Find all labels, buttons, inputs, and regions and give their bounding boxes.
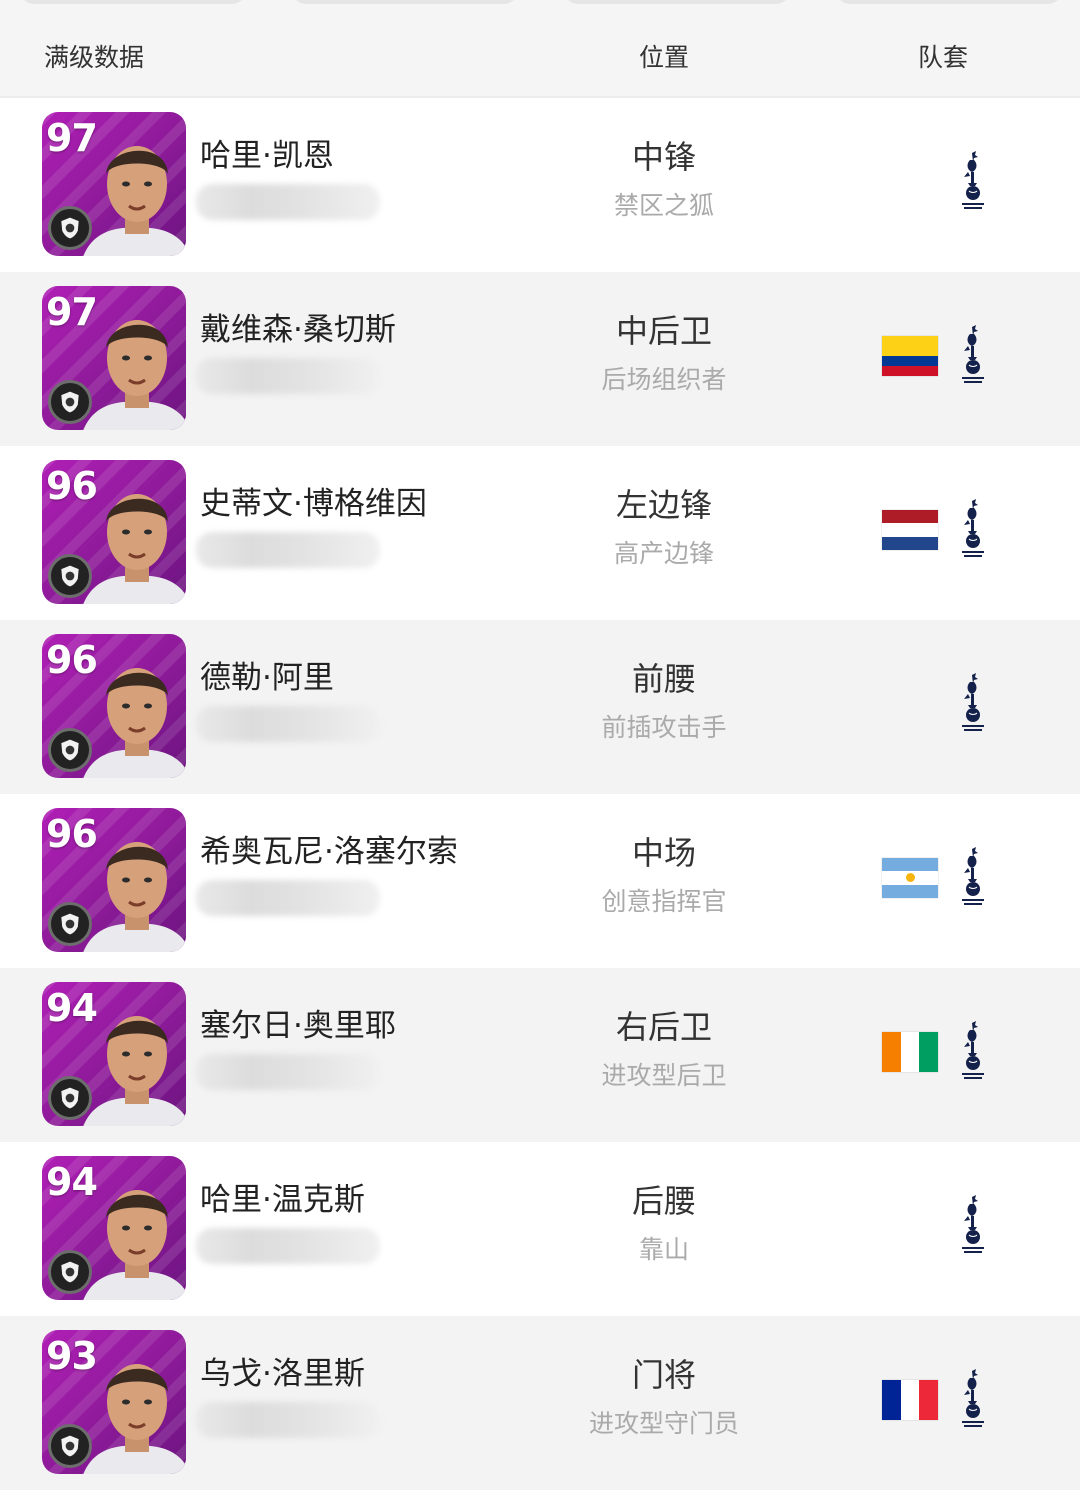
player-position: 前腰 bbox=[631, 660, 696, 698]
france-flag-icon bbox=[882, 1380, 939, 1420]
player-rating: 96 bbox=[46, 638, 98, 682]
blurred-subtext bbox=[196, 532, 380, 568]
player-name[interactable]: 乌戈·洛里斯 bbox=[200, 1348, 365, 1393]
player-list: 97 哈里·凯恩 中锋 禁区之狐 97 戴维森·桑切斯 中后卫 后场组织者 96… bbox=[0, 98, 1080, 1490]
player-position: 中锋 bbox=[631, 138, 696, 176]
player-portrait bbox=[82, 478, 186, 604]
spurs-crest-icon bbox=[956, 846, 990, 910]
player-card[interactable]: 93 bbox=[42, 1330, 186, 1474]
spurs-crest-icon bbox=[956, 150, 990, 214]
player-position: 门将 bbox=[631, 1356, 696, 1394]
tab-stub[interactable] bbox=[836, 0, 1062, 4]
card-type-badge-icon bbox=[48, 1076, 92, 1120]
player-rating: 94 bbox=[46, 986, 98, 1030]
blurred-subtext bbox=[196, 184, 380, 220]
player-row[interactable]: 97 哈里·凯恩 中锋 禁区之狐 bbox=[0, 98, 1080, 272]
player-row[interactable]: 93 乌戈·洛里斯 门将 进攻型守门员 bbox=[0, 1316, 1080, 1490]
card-type-badge-icon bbox=[48, 1424, 92, 1468]
player-position: 后腰 bbox=[631, 1182, 696, 1220]
spurs-crest-icon bbox=[956, 324, 990, 388]
player-name[interactable]: 希奥瓦尼·洛塞尔索 bbox=[200, 826, 458, 871]
netherlands-flag-icon bbox=[882, 510, 938, 550]
player-row[interactable]: 97 戴维森·桑切斯 中后卫 后场组织者 bbox=[0, 272, 1080, 446]
table-header: 满级数据 位置 队套 bbox=[0, 8, 1080, 98]
player-rating: 97 bbox=[46, 290, 98, 334]
player-row[interactable]: 94 哈里·温克斯 后腰 靠山 bbox=[0, 1142, 1080, 1316]
player-card[interactable]: 96 bbox=[42, 808, 186, 952]
spurs-crest-icon bbox=[956, 498, 990, 562]
blurred-subtext bbox=[196, 1402, 380, 1438]
player-name[interactable]: 戴维森·桑切斯 bbox=[200, 304, 396, 349]
spurs-crest-icon bbox=[956, 672, 990, 736]
player-name[interactable]: 哈里·温克斯 bbox=[200, 1174, 365, 1219]
player-rating: 94 bbox=[46, 1160, 98, 1204]
player-rating: 93 bbox=[46, 1334, 98, 1378]
playing-style: 后场组织者 bbox=[601, 365, 727, 394]
spurs-crest-icon bbox=[956, 1194, 990, 1258]
player-portrait bbox=[82, 652, 186, 778]
argentina-flag-icon bbox=[882, 858, 938, 898]
card-type-badge-icon bbox=[48, 728, 92, 772]
player-position: 右后卫 bbox=[615, 1008, 712, 1046]
player-rating: 96 bbox=[46, 812, 98, 856]
playing-style: 禁区之狐 bbox=[613, 191, 714, 220]
player-card[interactable]: 96 bbox=[42, 460, 186, 604]
card-type-badge-icon bbox=[48, 380, 92, 424]
player-rating: 97 bbox=[46, 116, 98, 160]
tab-stub[interactable] bbox=[292, 0, 518, 4]
player-name[interactable]: 德勒·阿里 bbox=[200, 652, 334, 697]
player-rating: 96 bbox=[46, 464, 98, 508]
playing-style: 高产边锋 bbox=[613, 539, 714, 568]
card-type-badge-icon bbox=[48, 206, 92, 250]
playing-style: 进攻型守门员 bbox=[588, 1409, 739, 1438]
player-name[interactable]: 塞尔日·奥里耶 bbox=[200, 1000, 396, 1045]
blurred-subtext bbox=[196, 706, 380, 742]
player-portrait bbox=[82, 304, 186, 430]
player-portrait bbox=[82, 1174, 186, 1300]
player-name[interactable]: 史蒂文·博格维因 bbox=[200, 478, 427, 523]
player-row[interactable]: 94 塞尔日·奥里耶 右后卫 进攻型后卫 bbox=[0, 968, 1080, 1142]
player-card[interactable]: 94 bbox=[42, 1156, 186, 1300]
spurs-crest-icon bbox=[956, 1368, 990, 1432]
player-card[interactable]: 94 bbox=[42, 982, 186, 1126]
column-header-position[interactable]: 位置 bbox=[564, 38, 764, 74]
top-tab-strip bbox=[0, 0, 1080, 8]
blurred-subtext bbox=[196, 1054, 380, 1090]
colombia-flag-icon bbox=[882, 336, 938, 376]
ivory-coast-flag-icon bbox=[882, 1032, 939, 1072]
player-portrait bbox=[82, 1348, 186, 1474]
playing-style: 创意指挥官 bbox=[601, 887, 727, 916]
blurred-subtext bbox=[196, 358, 380, 394]
playing-style: 前插攻击手 bbox=[601, 713, 727, 742]
card-type-badge-icon bbox=[48, 554, 92, 598]
column-header-data[interactable]: 满级数据 bbox=[44, 38, 144, 74]
player-position: 中场 bbox=[631, 834, 696, 872]
player-card[interactable]: 97 bbox=[42, 112, 186, 256]
player-row[interactable]: 96 希奥瓦尼·洛塞尔索 中场 创意指挥官 bbox=[0, 794, 1080, 968]
player-portrait bbox=[82, 130, 186, 256]
player-row[interactable]: 96 德勒·阿里 前腰 前插攻击手 bbox=[0, 620, 1080, 794]
player-portrait bbox=[82, 826, 186, 952]
card-type-badge-icon bbox=[48, 1250, 92, 1294]
player-position: 左边锋 bbox=[615, 486, 712, 524]
tab-stub[interactable] bbox=[564, 0, 790, 4]
player-name[interactable]: 哈里·凯恩 bbox=[200, 130, 334, 175]
blurred-subtext bbox=[196, 1228, 380, 1264]
playing-style: 靠山 bbox=[638, 1235, 689, 1264]
player-card[interactable]: 96 bbox=[42, 634, 186, 778]
player-position: 中后卫 bbox=[615, 312, 712, 350]
column-header-kit[interactable]: 队套 bbox=[880, 38, 1006, 74]
card-type-badge-icon bbox=[48, 902, 92, 946]
playing-style: 进攻型后卫 bbox=[601, 1061, 727, 1090]
player-row[interactable]: 96 史蒂文·博格维因 左边锋 高产边锋 bbox=[0, 446, 1080, 620]
blurred-subtext bbox=[196, 880, 380, 916]
tab-stub[interactable] bbox=[20, 0, 246, 4]
player-card[interactable]: 97 bbox=[42, 286, 186, 430]
player-portrait bbox=[82, 1000, 186, 1126]
spurs-crest-icon bbox=[956, 1020, 990, 1084]
